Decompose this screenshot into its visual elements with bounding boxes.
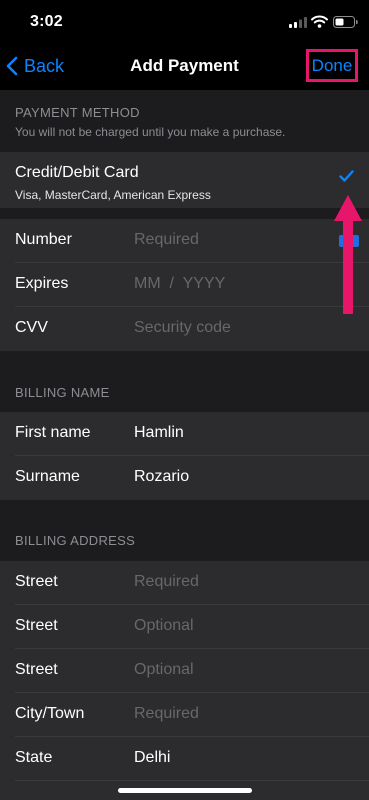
expires-input[interactable]: MM / YYYY [134,275,225,293]
billing-name-group: First name Hamlin Surname Rozario [0,412,369,500]
checkmark-icon [339,170,354,182]
street-label: Street [15,661,58,678]
card-details-group: Number Required Expires MM / YYYY CVV Se… [0,219,369,351]
city-label: City/Town [15,705,85,722]
home-indicator [118,788,252,793]
cvv-label: CVV [15,319,48,336]
row-divider [15,780,369,781]
cellular-signal-icon [289,17,307,28]
card-option-subtitle: Visa, MasterCard, American Express [15,188,211,202]
surname-row[interactable]: Surname Rozario [0,456,369,500]
state-label: State [15,749,53,766]
payment-method-header: PAYMENT METHOD [15,105,140,120]
card-number-input[interactable]: Required [134,231,199,249]
annotation-arrow-icon [334,195,362,314]
first-name-row[interactable]: First name Hamlin [0,412,369,456]
form-page: PAYMENT METHOD You will not be charged u… [0,90,369,800]
status-time: 3:02 [30,13,63,30]
card-number-row[interactable]: Number Required [0,219,369,263]
street-row-3[interactable]: Street Optional [0,649,369,693]
city-row[interactable]: City/Town Required [0,693,369,737]
expires-row[interactable]: Expires MM / YYYY [0,263,369,307]
state-row[interactable]: State Delhi [0,737,369,781]
card-option-title: Credit/Debit Card [15,164,139,181]
battery-icon [333,16,358,28]
wifi-icon [311,15,328,28]
card-number-label: Number [15,231,72,248]
expires-label: Expires [15,275,69,292]
status-bar: 3:02 [0,0,369,40]
street-label: Street [15,573,58,590]
billing-address-header: BILLING ADDRESS [15,533,136,548]
street-row-2[interactable]: Street Optional [0,605,369,649]
surname-input[interactable]: Rozario [134,468,189,486]
street-input-2[interactable]: Optional [134,617,194,635]
street-label: Street [15,617,58,634]
payment-option-card[interactable]: Credit/Debit Card Visa, MasterCard, Amer… [0,152,369,208]
first-name-label: First name [15,424,91,441]
street-row-1[interactable]: Street Required [0,561,369,605]
surname-label: Surname [15,468,80,485]
done-button[interactable]: Done [306,49,358,82]
city-input[interactable]: Required [134,705,199,723]
cvv-input[interactable]: Security code [134,319,231,337]
street-input-3[interactable]: Optional [134,661,194,679]
billing-address-group: Street Required Street Optional Street O… [0,561,369,800]
street-input-1[interactable]: Required [134,573,199,591]
billing-name-header: BILLING NAME [15,385,110,400]
state-input[interactable]: Delhi [134,749,170,767]
first-name-input[interactable]: Hamlin [134,424,184,442]
payment-method-note: You will not be charged until you make a… [15,125,286,139]
cvv-row[interactable]: CVV Security code [0,307,369,351]
navigation-bar: Back Add Payment Done [0,40,369,90]
